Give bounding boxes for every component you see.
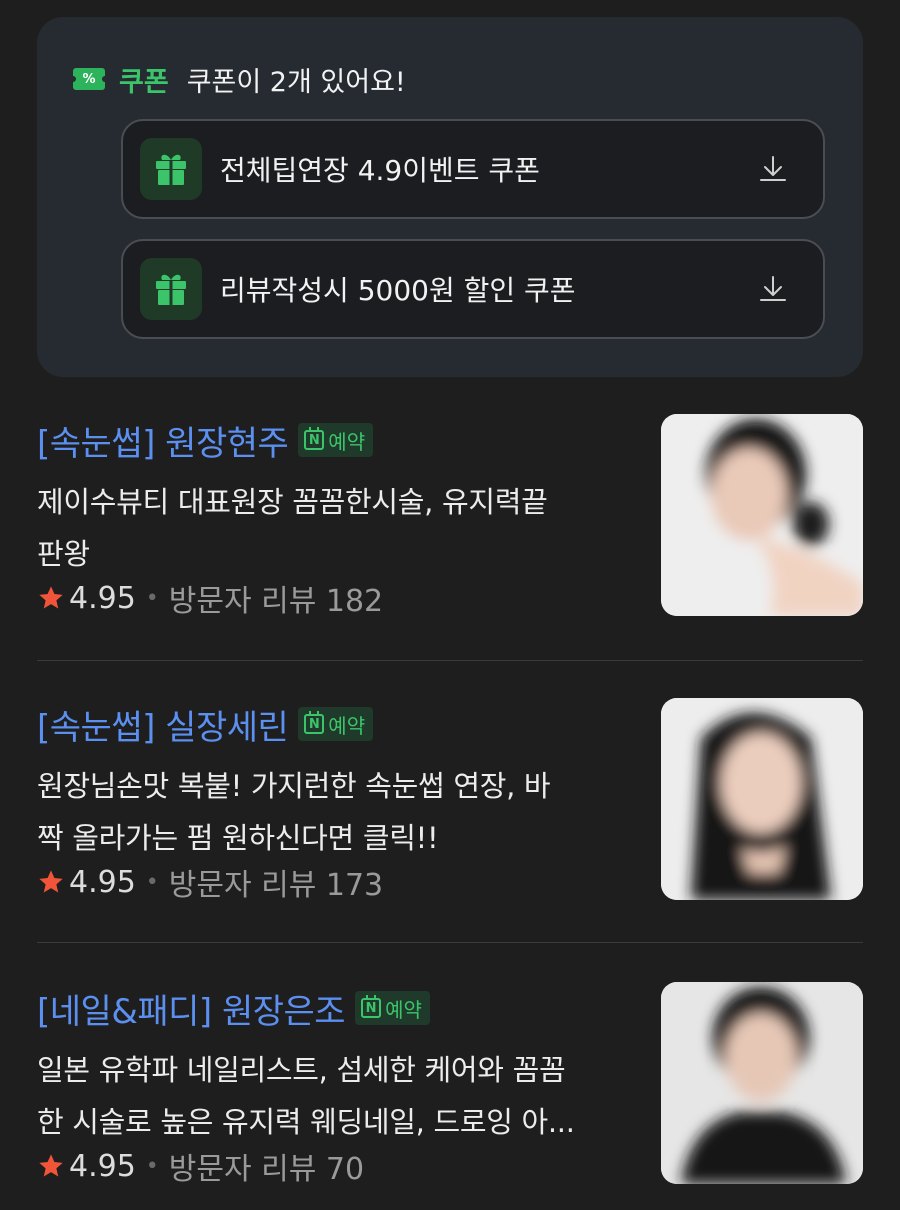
separator-dot: •: [145, 1153, 159, 1179]
staff-listing[interactable]: [속눈썹] 실장세린 N 예약 원장님손맛 복붙! 가지런한 속눈썹 연장, 바…: [37, 698, 863, 903]
coupon-tag-icon: %: [70, 68, 108, 90]
coupon-name: 리뷰작성시 5000원 할인 쿠폰: [220, 274, 576, 307]
listing-title-row: [네일&패디] 원장은조 N 예약: [37, 984, 430, 1033]
naver-calendar-icon: N: [304, 711, 325, 734]
listing-title-row: [속눈썹] 실장세린 N 예약: [37, 700, 374, 749]
download-icon[interactable]: [753, 269, 793, 309]
review-count[interactable]: 방문자 리뷰 70: [169, 1144, 364, 1188]
listing-title[interactable]: [속눈썹] 실장세린: [37, 700, 289, 749]
coupon-label: 쿠폰: [119, 66, 169, 98]
description-line: 한 시술로 높은 유지력 웨딩네일, 드로잉 아...: [37, 1105, 575, 1139]
listing-description: 원장님손맛 복붙! 가지런한 속눈썹 연장, 바 짝 올라가는 펌 원하신다면 …: [37, 760, 627, 864]
download-icon[interactable]: [753, 149, 793, 189]
description-line: 일본 유학파 네일리스트, 섬세한 케어와 꼼꼼: [37, 1053, 566, 1087]
listing-description: 일본 유학파 네일리스트, 섬세한 케어와 꼼꼼 한 시술로 높은 유지력 웨딩…: [37, 1044, 627, 1148]
coupon-panel: % 쿠폰 쿠폰이 2개 있어요! 전체팁연장 4.9이벤트 쿠폰 리뷰작성시 5…: [37, 17, 863, 377]
star-icon: [39, 1154, 63, 1177]
star-icon: [39, 870, 63, 893]
coupon-header: % 쿠폰 쿠폰이 2개 있어요!: [70, 61, 406, 98]
rating-row: 4.95 • 방문자 리뷰 70: [37, 1144, 364, 1188]
reserve-label: 예약: [385, 997, 422, 1022]
review-count[interactable]: 방문자 리뷰 182: [169, 576, 383, 620]
staff-listing[interactable]: [네일&패디] 원장은조 N 예약 일본 유학파 네일리스트, 섬세한 케어와 …: [37, 982, 863, 1187]
coupon-item[interactable]: 리뷰작성시 5000원 할인 쿠폰: [121, 239, 825, 339]
description-line: 제이수뷰티 대표원장 꼼꼼한시술, 유지력끝: [37, 485, 548, 519]
listing-title-row: [속눈썹] 원장현주 N 예약: [37, 416, 374, 465]
profile-photo[interactable]: [661, 698, 863, 900]
naver-calendar-icon: N: [304, 427, 325, 450]
listing-title[interactable]: [네일&패디] 원장은조: [37, 984, 346, 1033]
reserve-badge[interactable]: N 예약: [298, 423, 374, 457]
rating-row: 4.95 • 방문자 리뷰 182: [37, 576, 383, 620]
gift-icon: [140, 258, 202, 320]
gift-icon: [140, 138, 202, 200]
listing-title[interactable]: [속눈썹] 원장현주: [37, 416, 289, 465]
listing-divider: [37, 942, 863, 943]
rating-value: 4.95: [69, 1148, 136, 1184]
profile-photo[interactable]: [661, 414, 863, 616]
star-icon: [39, 586, 63, 609]
separator-dot: •: [145, 585, 159, 611]
description-line: 원장님손맛 복붙! 가지런한 속눈썹 연장, 바: [37, 769, 551, 803]
reserve-badge[interactable]: N 예약: [355, 991, 430, 1025]
rating-row: 4.95 • 방문자 리뷰 173: [37, 860, 383, 904]
reserve-label: 예약: [328, 713, 366, 738]
coupon-item[interactable]: 전체팁연장 4.9이벤트 쿠폰: [121, 119, 825, 219]
coupon-name: 전체팁연장 4.9이벤트 쿠폰: [220, 154, 540, 187]
page: % 쿠폰 쿠폰이 2개 있어요! 전체팁연장 4.9이벤트 쿠폰 리뷰작성시 5…: [0, 0, 900, 1210]
separator-dot: •: [145, 869, 159, 895]
description-line: 짝 올라가는 펌 원하신다면 클릭!!: [37, 821, 439, 855]
reserve-label: 예약: [328, 429, 366, 454]
reserve-badge[interactable]: N 예약: [298, 707, 374, 741]
listing-description: 제이수뷰티 대표원장 꼼꼼한시술, 유지력끝 판왕: [37, 476, 627, 580]
rating-value: 4.95: [69, 864, 136, 900]
profile-photo[interactable]: [661, 982, 863, 1184]
naver-calendar-icon: N: [361, 995, 382, 1018]
listing-divider: [37, 660, 863, 661]
coupon-count-text: 쿠폰이 2개 있어요!: [186, 66, 406, 98]
review-count[interactable]: 방문자 리뷰 173: [169, 860, 383, 904]
staff-listing[interactable]: [속눈썹] 원장현주 N 예약 제이수뷰티 대표원장 꼼꼼한시술, 유지력끝 판…: [37, 414, 863, 619]
description-line: 판왕: [37, 537, 90, 571]
rating-value: 4.95: [69, 580, 136, 616]
